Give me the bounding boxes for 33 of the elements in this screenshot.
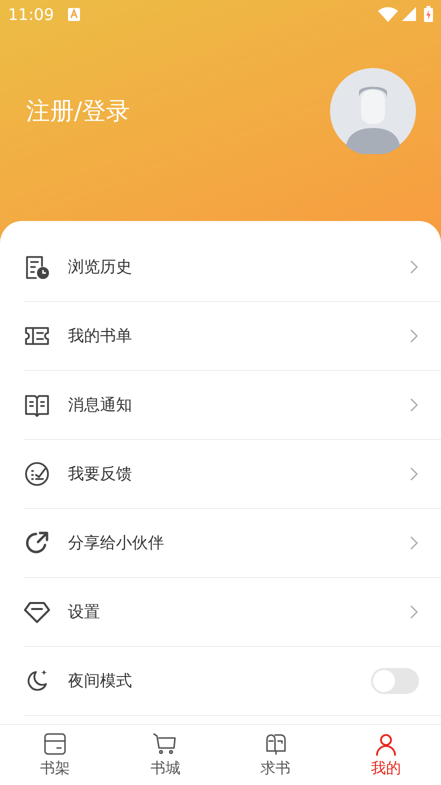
wifi-icon bbox=[378, 6, 398, 22]
menu-item[interactable]: 我要反馈 bbox=[24, 440, 441, 509]
chevron-right-icon bbox=[409, 259, 419, 275]
share-icon bbox=[24, 530, 50, 556]
nav-tab[interactable]: 求书 bbox=[220, 725, 331, 785]
menu-item[interactable]: 我的书单 bbox=[24, 302, 441, 371]
box-icon bbox=[43, 732, 68, 756]
menu-item[interactable]: 夜间模式 bbox=[24, 647, 441, 716]
keyboard-notification-icon bbox=[68, 8, 80, 20]
nav-tab[interactable]: 书架 bbox=[0, 725, 110, 785]
menu-item[interactable]: 消息通知 bbox=[24, 371, 441, 440]
menu-item[interactable]: 分享给小伙伴 bbox=[24, 509, 441, 578]
mailbox-icon bbox=[264, 732, 288, 756]
toggle-switch[interactable] bbox=[371, 668, 419, 694]
person-icon bbox=[374, 732, 398, 756]
nav-tab[interactable]: 我的 bbox=[330, 725, 441, 785]
chevron-right-icon bbox=[409, 535, 419, 551]
diamond-icon bbox=[24, 599, 50, 625]
chevron-right-icon bbox=[409, 397, 419, 413]
status-time: 11:09 bbox=[8, 4, 54, 24]
signal-icon bbox=[402, 7, 416, 21]
battery-icon bbox=[424, 6, 433, 22]
feedback-icon bbox=[24, 461, 50, 487]
history-icon bbox=[24, 254, 50, 280]
avatar-icon[interactable] bbox=[330, 68, 416, 154]
menu-item[interactable]: 浏览历史 bbox=[24, 233, 441, 302]
book-icon bbox=[24, 392, 50, 418]
menu-item[interactable]: 设置 bbox=[24, 578, 441, 647]
nav-tab[interactable]: 书城 bbox=[110, 725, 220, 785]
chevron-right-icon bbox=[409, 328, 419, 344]
cart-icon bbox=[153, 732, 178, 756]
chevron-right-icon bbox=[409, 466, 419, 482]
chevron-right-icon bbox=[409, 604, 419, 620]
